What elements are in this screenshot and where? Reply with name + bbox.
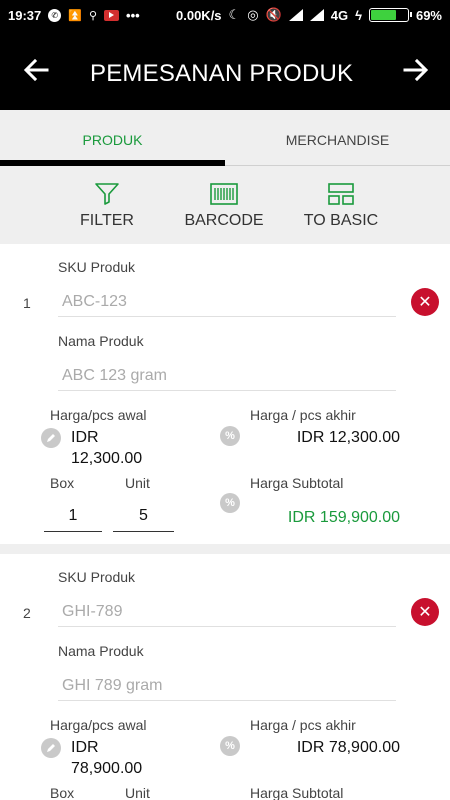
remove-product-button[interactable]: ✕	[411, 598, 439, 626]
page-title: PEMESANAN PRODUK	[90, 60, 354, 87]
price-final-value: IDR 12,300.00	[296, 429, 400, 446]
active-tab-indicator	[0, 160, 225, 166]
sku-input[interactable]: ABC-123	[58, 287, 396, 317]
price-initial-label: Harga/pcs awal	[50, 407, 147, 423]
hotspot-icon: ◎	[247, 7, 259, 22]
sku-input[interactable]: GHI-789	[58, 597, 396, 627]
name-input[interactable]: GHI 789 gram	[58, 671, 396, 701]
charging-icon: ϟ	[355, 7, 362, 23]
box-label: Box	[50, 475, 75, 491]
status-bar: 19:37 ✆ ⏫ ⚲ ••• 0.00K/s ☾ ◎ 🔇 4G ϟ 69%	[0, 0, 450, 30]
app-bar: PEMESANAN PRODUK	[0, 30, 450, 110]
more-notifications-icon: •••	[126, 7, 140, 23]
unit-qty-input[interactable]: 5	[113, 502, 174, 532]
dnd-moon-icon: ☾	[228, 7, 241, 22]
name-label: Nama Produk	[58, 333, 144, 349]
close-icon: ✕	[418, 604, 432, 621]
unit-label: Unit	[125, 475, 150, 491]
edit-price-icon[interactable]	[41, 428, 61, 448]
tab-bar: PRODUK MERCHANDISE	[0, 110, 450, 170]
name-input[interactable]: ABC 123 gram	[58, 361, 396, 391]
sku-label: SKU Produk	[58, 259, 136, 275]
unit-label: Unit	[125, 785, 150, 800]
box-qty-input[interactable]: 1	[44, 502, 102, 532]
sku-label: SKU Produk	[58, 569, 136, 585]
barcode-icon	[210, 183, 238, 205]
whatsapp-icon: ✆	[48, 8, 62, 22]
price-final-value: IDR 78,900.00	[296, 739, 400, 756]
youtube-icon	[104, 9, 120, 21]
price-initial-value: 78,900.00	[71, 760, 143, 777]
edit-price-icon[interactable]	[41, 738, 61, 758]
to-basic-button[interactable]: TO BASIC	[286, 182, 396, 230]
name-label: Nama Produk	[58, 643, 144, 659]
card-divider	[0, 544, 450, 554]
filter-label: FILTER	[80, 212, 134, 229]
arrow-left-icon[interactable]	[22, 56, 50, 84]
battery-percent: 69%	[415, 7, 442, 23]
product-card: SKU Produk 2 GHI-789 ✕ Nama Produk GHI 7…	[0, 554, 450, 800]
to-basic-label: TO BASIC	[303, 212, 379, 229]
barcode-button[interactable]: BARCODE	[169, 182, 279, 230]
subtotal-label: Harga Subtotal	[250, 475, 344, 491]
net-speed: 0.00K/s	[176, 7, 222, 23]
layout-icon	[328, 183, 354, 205]
subtotal-value: IDR 159,900.00	[287, 509, 400, 526]
box-label: Box	[50, 785, 75, 800]
product-index: 2	[23, 605, 31, 621]
signal-icon-2	[309, 9, 324, 21]
barcode-label: BARCODE	[184, 212, 264, 229]
filter-icon	[95, 183, 119, 205]
price-initial-label: Harga/pcs awal	[50, 717, 147, 733]
wifi-alert-icon: ⏫	[68, 9, 82, 22]
tab-divider	[225, 165, 450, 166]
price-final-label: Harga / pcs akhir	[250, 407, 356, 423]
filter-button[interactable]: FILTER	[52, 182, 162, 230]
close-icon: ✕	[418, 294, 432, 311]
product-index: 1	[23, 295, 31, 311]
remove-product-button[interactable]: ✕	[411, 288, 439, 316]
discount-percent-icon[interactable]: %	[220, 493, 240, 513]
toolbar: FILTER BARCODE TO BASIC	[0, 170, 450, 244]
price-initial-currency: IDR	[71, 429, 99, 446]
battery-icon	[368, 8, 412, 22]
discount-percent-icon[interactable]: %	[220, 736, 240, 756]
network-app-icon: ⚲	[88, 9, 98, 22]
price-initial-currency: IDR	[71, 739, 99, 756]
discount-percent-icon[interactable]: %	[220, 426, 240, 446]
status-time: 19:37	[8, 7, 42, 23]
tab-merchandise[interactable]: MERCHANDISE	[225, 110, 450, 170]
subtotal-label: Harga Subtotal	[250, 785, 344, 800]
price-final-label: Harga / pcs akhir	[250, 717, 356, 733]
arrow-right-icon[interactable]	[402, 56, 430, 84]
signal-icon	[288, 9, 303, 21]
product-card: SKU Produk 1 ABC-123 ✕ Nama Produk ABC 1…	[0, 244, 450, 544]
price-initial-value: 12,300.00	[71, 450, 143, 467]
mute-icon: 🔇	[265, 7, 282, 22]
network-type: 4G	[330, 7, 349, 23]
